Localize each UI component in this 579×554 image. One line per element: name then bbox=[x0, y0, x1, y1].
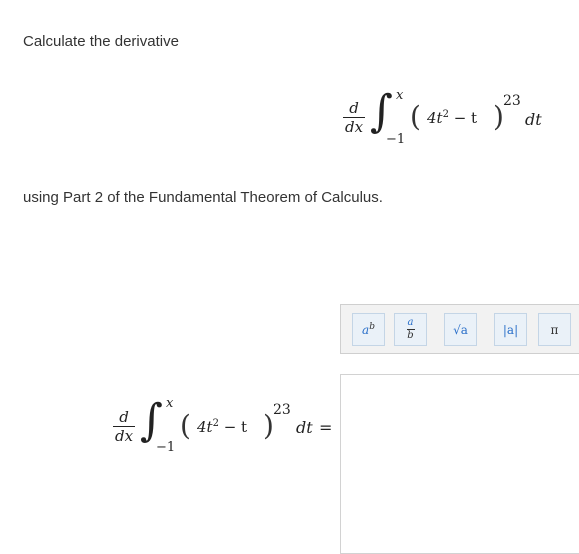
lower-limit: −1 bbox=[386, 132, 406, 147]
integral-sign: ∫ bbox=[370, 86, 393, 137]
integrand-2: 4t2 − t bbox=[197, 418, 248, 436]
exponent-button[interactable]: ab bbox=[352, 313, 385, 346]
lower-limit-2: −1 bbox=[156, 440, 176, 455]
question-instruction: using Part 2 of the Fundamental Theorem … bbox=[23, 189, 383, 206]
pi-button[interactable]: π bbox=[538, 313, 571, 346]
integral-sign-2: ∫ bbox=[140, 395, 163, 446]
sqrt-button[interactable]: √a bbox=[444, 313, 477, 346]
differential-2: dt bbox=[296, 418, 313, 437]
differential: dt bbox=[525, 110, 542, 129]
derivative-operator-2: d dx bbox=[113, 408, 135, 445]
outer-exponent: 23 bbox=[503, 93, 521, 109]
open-paren: ( bbox=[410, 100, 421, 133]
outer-exponent-2: 23 bbox=[273, 402, 291, 418]
derivative-operator: d dx bbox=[343, 99, 365, 136]
upper-limit: x bbox=[396, 88, 404, 103]
question-prompt: Calculate the derivative bbox=[23, 33, 179, 50]
open-paren-2: ( bbox=[180, 409, 191, 442]
math-toolbar: ab a b √a |a| π bbox=[340, 304, 579, 354]
answer-input[interactable] bbox=[340, 374, 579, 554]
upper-limit-2: x bbox=[166, 396, 174, 411]
abs-button[interactable]: |a| bbox=[494, 313, 527, 346]
integrand: 4t2 − t bbox=[427, 109, 478, 127]
fraction-button[interactable]: a b bbox=[394, 313, 427, 346]
equals-sign: = bbox=[319, 418, 333, 437]
